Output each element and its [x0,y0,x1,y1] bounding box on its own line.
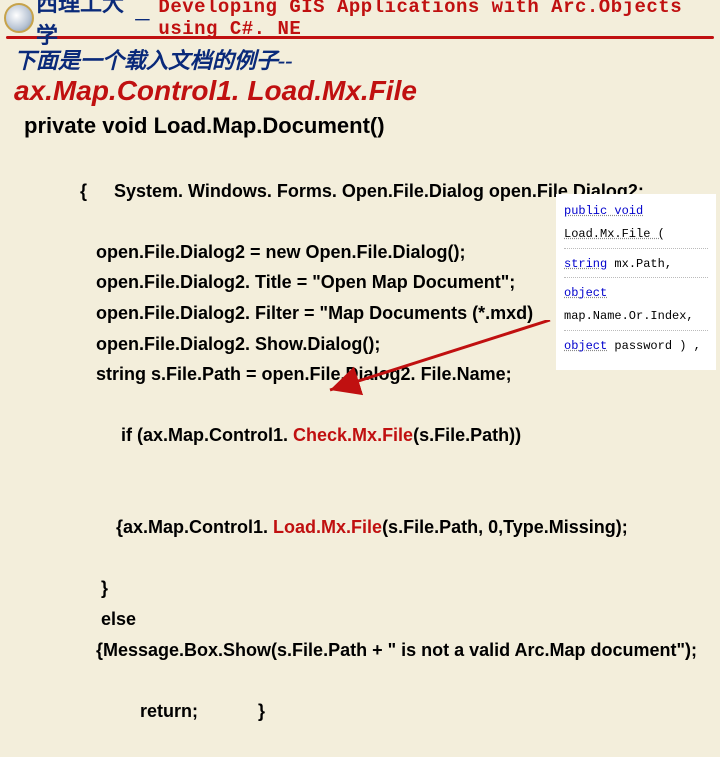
close-brace: } [258,701,265,721]
code-line: return;} [60,665,712,757]
code-text: if (ax.Map.Control1. [116,425,293,445]
code-text: (s.File.Path, 0,Type.Missing); [382,517,628,537]
code-line: } [60,573,712,604]
code-text: {ax.Map.Control1. [116,517,273,537]
sig-row: string mx.Path, [564,253,708,279]
sig-text: mx.Path, [607,257,672,271]
header-separator: － [132,4,152,33]
sig-text: Load.Mx.File ( [564,227,665,241]
method-signature: private void Load.Map.Document() [0,111,720,145]
sig-row: public void Load.Mx.File ( [564,200,708,249]
open-brace: { [80,176,114,207]
slide-heading: ax.Map.Control1. Load.Mx.File [0,75,720,111]
code-text: (s.File.Path)) [413,425,521,445]
keyword: object [564,286,607,300]
highlight-load: Load.Mx.File [273,517,382,537]
keyword: public void [564,204,643,218]
university-logo-icon [4,3,34,33]
code-line: {ax.Map.Control1. Load.Mx.File(s.File.Pa… [60,482,712,574]
code-line: if (ax.Map.Control1. Check.Mx.File(s.Fil… [60,390,712,482]
keyword: string [564,257,607,271]
slide-header: 西理工大学 － Developing GIS Applications with… [0,0,720,36]
sig-text: map.Name.Or.Index, [564,309,694,323]
course-title: Developing GIS Applications with Arc.Obj… [158,0,716,40]
sig-text: password ) , [607,339,701,353]
sig-row: object password ) , [564,335,708,360]
api-signature-box: public void Load.Mx.File ( string mx.Pat… [556,194,716,370]
sig-row: object map.Name.Or.Index, [564,282,708,331]
intro-text: 下面是一个载入文档的例子-- [0,41,720,75]
keyword: object [564,339,607,353]
highlight-check: Check.Mx.File [293,425,413,445]
code-text: return; [140,701,198,721]
code-line: {Message.Box.Show(s.File.Path + " is not… [60,635,712,666]
code-line: else [60,604,712,635]
